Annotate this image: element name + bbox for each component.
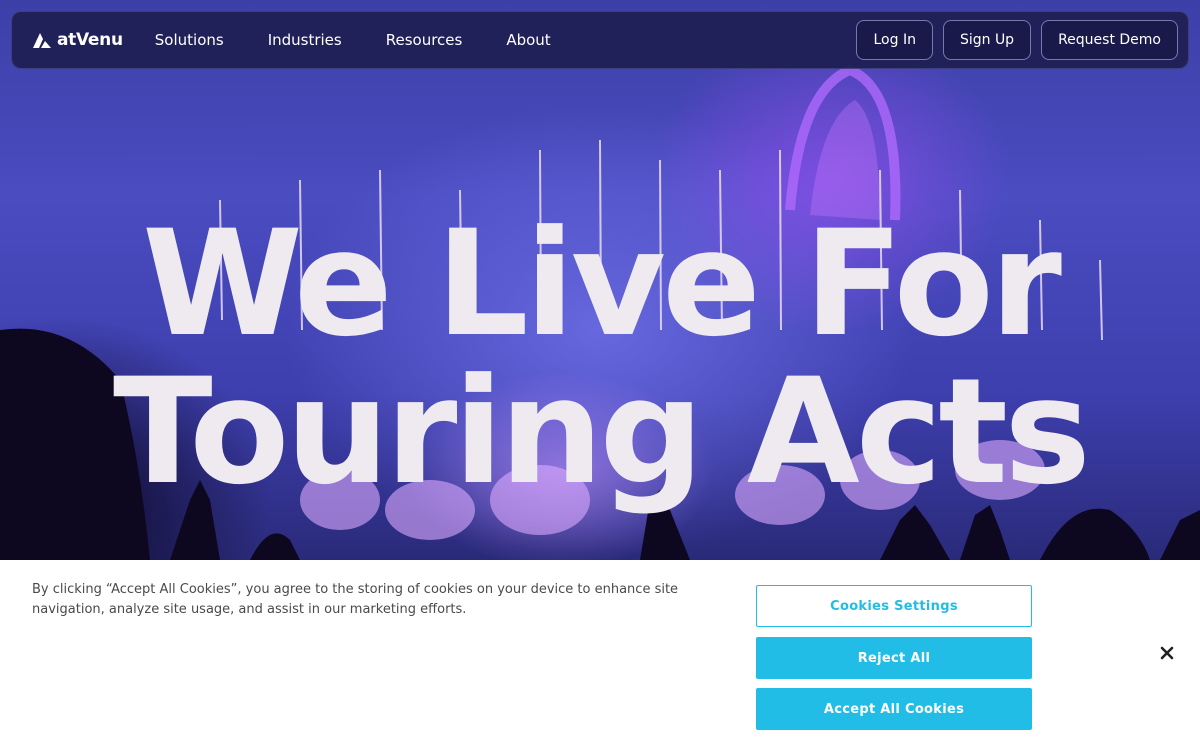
atvenu-logo[interactable]: atVenu [32, 30, 123, 50]
cookie-consent-text: By clicking “Accept All Cookies”, you ag… [32, 582, 679, 617]
nav-link-about[interactable]: About [506, 31, 550, 49]
logo-text: atVenu [57, 30, 123, 50]
request-demo-button[interactable]: Request Demo [1041, 20, 1178, 60]
accept-all-cookies-button[interactable]: Accept All Cookies [756, 688, 1032, 730]
nav-link-solutions[interactable]: Solutions [155, 31, 224, 49]
cookies-settings-button[interactable]: Cookies Settings [756, 585, 1032, 627]
hero-headline-line2: Touring Acts [113, 347, 1091, 517]
top-navigation-bar: atVenu Solutions Industries Resources Ab… [11, 11, 1189, 69]
nav-link-resources[interactable]: Resources [386, 31, 463, 49]
close-icon[interactable] [1156, 642, 1178, 664]
reject-all-button[interactable]: Reject All [756, 637, 1032, 679]
hero-section: We Live For Touring Acts [0, 0, 1200, 560]
hero-headline-line1: We Live For [142, 199, 1062, 369]
cookie-consent-banner: By clicking “Accept All Cookies”, you ag… [0, 560, 1200, 750]
hero-headline: We Live For Touring Acts [0, 210, 1200, 506]
nav-links: Solutions Industries Resources About [155, 31, 595, 49]
nav-actions: Log In Sign Up Request Demo [856, 20, 1178, 60]
login-button[interactable]: Log In [856, 20, 933, 60]
signup-button[interactable]: Sign Up [942, 20, 1032, 60]
nav-link-industries[interactable]: Industries [268, 31, 342, 49]
atvenu-logo-icon [33, 33, 51, 48]
